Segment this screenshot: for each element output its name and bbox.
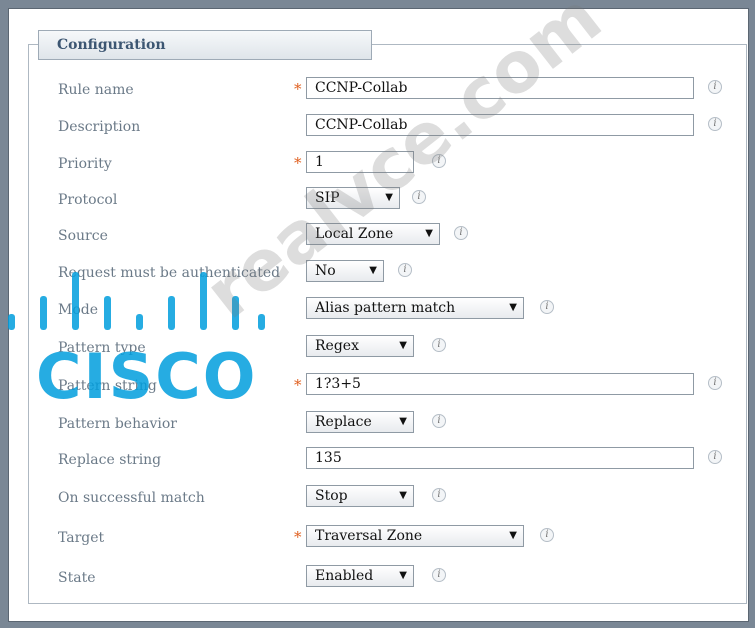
dropdown-caret-icon: ▼ xyxy=(425,228,433,239)
dropdown-caret-icon: ▼ xyxy=(509,302,517,313)
pattern-type-value: Regex xyxy=(315,338,359,354)
replace-string-input[interactable]: 135 xyxy=(306,447,694,469)
logo-bar xyxy=(40,296,47,330)
info-icon[interactable]: i xyxy=(432,568,446,582)
dropdown-caret-icon: ▼ xyxy=(399,416,407,427)
replace-string-label: Replace string xyxy=(58,452,162,468)
info-icon[interactable]: i xyxy=(454,226,468,240)
pattern-behavior-value: Replace xyxy=(315,414,372,430)
info-icon[interactable]: i xyxy=(540,300,554,314)
pattern-type-select[interactable]: Regex ▼ xyxy=(306,335,414,357)
pattern-behavior-label: Pattern behavior xyxy=(58,416,177,432)
panel-title: Configuration xyxy=(57,37,166,53)
required-marker: * xyxy=(294,376,302,394)
row-on-successful-match: On successful match Stop ▼ i xyxy=(0,484,755,514)
dropdown-caret-icon: ▼ xyxy=(399,570,407,581)
required-marker: * xyxy=(294,528,302,546)
description-label: Description xyxy=(58,119,141,135)
mode-select[interactable]: Alias pattern match ▼ xyxy=(306,297,524,319)
cisco-logo-watermark: CISCO xyxy=(36,340,258,413)
info-icon[interactable]: i xyxy=(708,80,722,94)
row-pattern-behavior: Pattern behavior Replace ▼ i xyxy=(0,410,755,440)
row-rule-name: Rule name * CCNP-Collab i xyxy=(0,76,755,106)
info-icon[interactable]: i xyxy=(398,263,412,277)
priority-label: Priority xyxy=(58,156,112,172)
target-label: Target xyxy=(58,530,105,546)
required-marker: * xyxy=(294,154,302,172)
on-successful-match-select[interactable]: Stop ▼ xyxy=(306,485,414,507)
state-label: State xyxy=(58,570,96,586)
row-state: State Enabled ▼ i xyxy=(0,564,755,594)
dropdown-caret-icon: ▼ xyxy=(369,265,377,276)
info-icon[interactable]: i xyxy=(432,414,446,428)
pattern-string-input[interactable]: 1?3+5 xyxy=(306,373,694,395)
dropdown-caret-icon: ▼ xyxy=(399,340,407,351)
protocol-label: Protocol xyxy=(58,192,118,208)
row-target: Target * Traversal Zone ▼ i xyxy=(0,524,755,554)
dropdown-caret-icon: ▼ xyxy=(399,490,407,501)
info-icon[interactable]: i xyxy=(432,338,446,352)
info-icon[interactable]: i xyxy=(432,488,446,502)
info-icon[interactable]: i xyxy=(540,528,554,542)
state-select[interactable]: Enabled ▼ xyxy=(306,565,414,587)
on-successful-match-value: Stop xyxy=(315,488,348,504)
dropdown-caret-icon: ▼ xyxy=(509,530,517,541)
mode-value: Alias pattern match xyxy=(315,300,456,316)
target-value: Traversal Zone xyxy=(315,528,423,544)
logo-bar xyxy=(104,296,111,330)
row-replace-string: Replace string 135 i xyxy=(0,446,755,476)
configuration-header: Configuration xyxy=(38,30,372,60)
info-icon[interactable]: i xyxy=(708,117,722,131)
state-value: Enabled xyxy=(315,568,374,584)
logo-bar xyxy=(8,314,15,330)
info-icon[interactable]: i xyxy=(708,450,722,464)
rule-name-label: Rule name xyxy=(58,82,134,98)
source-label: Source xyxy=(58,228,108,244)
on-successful-match-label: On successful match xyxy=(58,490,205,506)
info-icon[interactable]: i xyxy=(708,376,722,390)
required-marker: * xyxy=(294,80,302,98)
target-select[interactable]: Traversal Zone ▼ xyxy=(306,525,524,547)
logo-bar xyxy=(72,272,79,330)
logo-bar xyxy=(168,296,175,330)
pattern-behavior-select[interactable]: Replace ▼ xyxy=(306,411,414,433)
logo-bar xyxy=(136,314,143,330)
